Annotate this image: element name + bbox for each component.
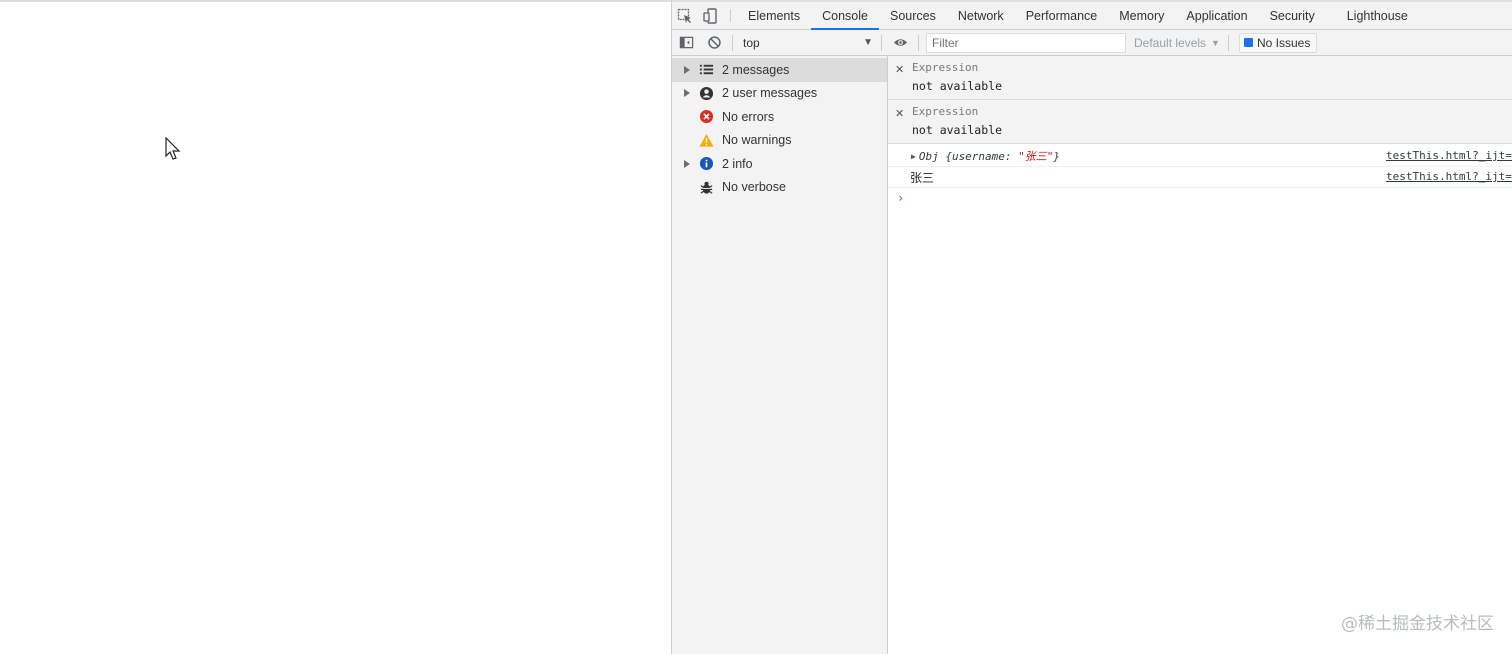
- console-message: 张三 testThis.html?_ijt=1: [888, 167, 1512, 188]
- device-toolbar-icon[interactable]: [698, 2, 724, 29]
- console-sidebar: 2 messages 2 user messages No errors No …: [672, 56, 888, 654]
- toolbar-separator: [918, 34, 919, 51]
- toolbar-separator: [732, 34, 733, 51]
- bug-icon: [698, 179, 714, 195]
- console-prompt[interactable]: ›: [888, 188, 1512, 208]
- filter-input[interactable]: [926, 32, 1126, 53]
- sidebar-item-label: 2 messages: [722, 62, 790, 77]
- clear-console-icon[interactable]: [700, 30, 728, 56]
- expand-triangle-icon[interactable]: [672, 159, 698, 168]
- object-preview[interactable]: Obj {username: "张三"}: [919, 148, 1060, 164]
- console-output: ✕ Expression not available ✕ Expression …: [888, 56, 1512, 654]
- close-icon[interactable]: ✕: [895, 63, 905, 76]
- tab-security[interactable]: Security: [1259, 2, 1326, 29]
- log-levels-label: Default levels: [1134, 35, 1207, 50]
- console-body: 2 messages 2 user messages No errors No …: [672, 56, 1512, 654]
- sidebar-toggle-icon[interactable]: [672, 30, 700, 56]
- tab-application[interactable]: Application: [1175, 2, 1258, 29]
- context-value: top: [743, 35, 760, 50]
- chevron-down-icon: ▼: [1211, 37, 1220, 48]
- prompt-chevron-icon: ›: [897, 191, 905, 205]
- user-icon: [698, 85, 714, 101]
- info-icon: [698, 156, 714, 172]
- live-expression-label[interactable]: Expression: [912, 61, 1512, 74]
- tab-separator: [730, 9, 731, 22]
- live-expression-eye-icon[interactable]: [886, 30, 914, 56]
- expand-triangle-icon[interactable]: [672, 89, 698, 98]
- issues-button[interactable]: No Issues: [1238, 32, 1318, 53]
- inspect-element-icon[interactable]: [672, 2, 698, 29]
- list-icon: [698, 62, 714, 78]
- sidebar-item-label: No warnings: [722, 133, 792, 148]
- sidebar-item-verbose[interactable]: No verbose: [672, 176, 887, 200]
- tab-network[interactable]: Network: [947, 2, 1015, 29]
- sidebar-item-warnings[interactable]: No warnings: [672, 129, 887, 153]
- expand-triangle-icon[interactable]: [672, 65, 698, 74]
- issue-flag-icon: [1243, 38, 1253, 47]
- source-link[interactable]: testThis.html?_ijt=1: [1386, 170, 1512, 183]
- live-expression-label[interactable]: Expression: [912, 105, 1512, 118]
- toolbar-separator: [1227, 34, 1229, 51]
- error-icon: [698, 109, 714, 125]
- tab-console[interactable]: Console: [811, 2, 879, 30]
- tab-sources[interactable]: Sources: [879, 2, 947, 29]
- console-toolbar: top ▼ Default levels ▼ No Issues: [672, 30, 1512, 56]
- object-string-value: "张三": [1018, 150, 1054, 163]
- context-selector[interactable]: top ▼: [737, 33, 877, 53]
- mouse-cursor-icon: [165, 137, 181, 160]
- devtools-tab-bar: Elements Console Sources Network Perform…: [672, 0, 1512, 30]
- tab-elements[interactable]: Elements: [737, 2, 811, 29]
- live-expression-value: not available: [912, 79, 1003, 93]
- console-message: ▶ Obj {username: "张三"} testThis.html?_ij…: [888, 146, 1512, 167]
- message-text: 张三: [910, 170, 935, 185]
- live-expression-value: not available: [912, 123, 1003, 137]
- sidebar-item-label: No errors: [722, 109, 775, 124]
- chevron-down-icon: ▼: [863, 37, 873, 48]
- sidebar-item-label: 2 user messages: [722, 86, 818, 101]
- sidebar-item-user-messages[interactable]: 2 user messages: [672, 82, 887, 106]
- expand-triangle-icon[interactable]: ▶: [911, 152, 916, 161]
- log-levels-dropdown[interactable]: Default levels ▼: [1134, 36, 1220, 50]
- sidebar-item-label: 2 info: [722, 156, 753, 171]
- issues-label: No Issues: [1256, 35, 1311, 50]
- warning-icon: [698, 132, 714, 148]
- sidebar-item-messages[interactable]: 2 messages: [672, 58, 887, 82]
- sidebar-item-label: No verbose: [722, 180, 786, 195]
- tab-performance[interactable]: Performance: [1015, 2, 1109, 29]
- live-expression: ✕ Expression not available: [888, 100, 1512, 144]
- inspected-page: [0, 0, 671, 654]
- watermark: @稀土掘金技术社区: [1341, 614, 1494, 634]
- toolbar-separator: [881, 34, 882, 51]
- devtools-panel: Elements Console Sources Network Perform…: [671, 0, 1512, 654]
- tab-memory[interactable]: Memory: [1108, 2, 1175, 29]
- sidebar-item-errors[interactable]: No errors: [672, 105, 887, 129]
- tab-lighthouse[interactable]: Lighthouse: [1336, 2, 1419, 29]
- close-icon[interactable]: ✕: [895, 107, 905, 120]
- live-expression: ✕ Expression not available: [888, 56, 1512, 100]
- sidebar-item-info[interactable]: 2 info: [672, 152, 887, 176]
- source-link[interactable]: testThis.html?_ijt=1: [1386, 149, 1512, 162]
